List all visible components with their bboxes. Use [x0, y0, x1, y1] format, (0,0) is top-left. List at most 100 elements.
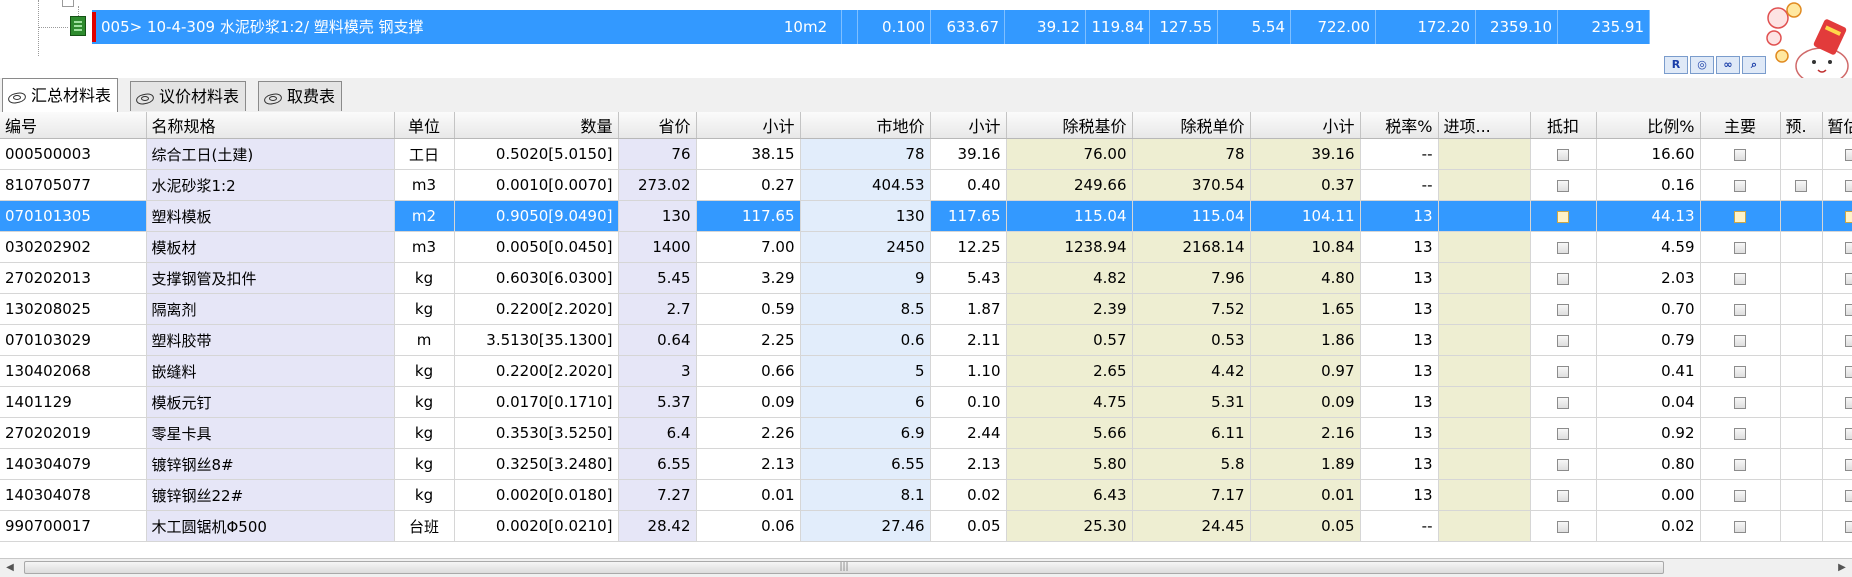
column-header[interactable]: 预. [1780, 112, 1823, 139]
scroll-left-icon[interactable]: ◀ [4, 562, 16, 574]
table-cell[interactable]: 3.5130[35.1300] [454, 324, 619, 356]
table-cell[interactable]: -- [1360, 138, 1439, 170]
column-header[interactable]: 主要 [1700, 112, 1781, 139]
table-cell[interactable]: 0.37 [1250, 169, 1361, 201]
checkbox-cell[interactable] [1822, 138, 1852, 170]
table-cell[interactable]: 塑料胶带 [146, 324, 395, 356]
checkbox[interactable] [1557, 458, 1569, 471]
checkbox-cell[interactable] [1700, 169, 1781, 201]
table-row[interactable]: 810705077 水泥砂浆1:2 m3 0.0010[0.0070] 273.02 0.… [0, 169, 1852, 201]
scroll-right-icon[interactable]: ▶ [1836, 562, 1848, 574]
table-cell[interactable]: 水泥砂浆1:2 [146, 169, 395, 201]
table-cell[interactable]: 990700017 [0, 510, 147, 542]
column-header[interactable]: 抵扣 [1530, 112, 1597, 139]
table-cell[interactable]: m3 [394, 169, 455, 201]
table-cell[interactable]: 7.27 [618, 479, 697, 511]
table-row[interactable]: 130208025 隔离剂 kg 0.2200[2.2020] 2.7 0.59 8.5 1.… [0, 293, 1852, 325]
table-cell[interactable]: 115.04 [1006, 200, 1133, 232]
table-cell[interactable]: 4.75 [1006, 386, 1133, 418]
checkbox[interactable] [1734, 334, 1746, 347]
mini-tool-button[interactable]: ◎ [1690, 56, 1714, 74]
table-cell[interactable]: 1400 [618, 231, 697, 263]
table-cell[interactable]: 6 [800, 386, 931, 418]
table-cell[interactable]: 117.65 [696, 200, 801, 232]
checkbox-cell[interactable] [1530, 386, 1597, 418]
column-header[interactable]: 数量 [454, 112, 619, 139]
table-cell[interactable]: 140304078 [0, 479, 147, 511]
table-cell[interactable]: 0.04 [1596, 386, 1701, 418]
table-row[interactable]: 130402068 嵌缝料 kg 0.2200[2.2020] 3 0.66 5 1.10 2.… [0, 355, 1852, 387]
column-header[interactable]: 暂估 [1822, 112, 1852, 139]
table-cell[interactable]: 0.64 [618, 324, 697, 356]
checkbox-cell[interactable] [1700, 138, 1781, 170]
table-cell[interactable] [1438, 231, 1531, 263]
table-cell[interactable]: 1.10 [930, 355, 1007, 387]
table-cell[interactable]: 130402068 [0, 355, 147, 387]
table-cell[interactable]: 0.0010[0.0070] [454, 169, 619, 201]
table-cell[interactable]: 2.39 [1006, 293, 1133, 325]
table-cell[interactable]: 5.37 [618, 386, 697, 418]
table-cell[interactable]: 2.7 [618, 293, 697, 325]
table-cell[interactable]: 2.11 [930, 324, 1007, 356]
table-cell[interactable]: 0.10 [930, 386, 1007, 418]
table-cell[interactable]: 0.0020[0.0210] [454, 510, 619, 542]
table-cell[interactable]: -- [1360, 169, 1439, 201]
checkbox[interactable] [1557, 427, 1569, 440]
table-row[interactable]: 070103029 塑料胶带 m 3.5130[35.1300] 0.64 2.25 0.6… [0, 324, 1852, 356]
table-cell[interactable]: 模板材 [146, 231, 395, 263]
checkbox-cell[interactable] [1530, 262, 1597, 294]
table-cell[interactable]: 13 [1360, 417, 1439, 449]
checkbox-cell[interactable] [1530, 231, 1597, 263]
checkbox[interactable] [1557, 241, 1569, 254]
tab-summary-materials[interactable]: 汇总材料表 [2, 78, 119, 112]
table-row[interactable]: 270202019 零星卡具 kg 0.3530[3.5250] 6.4 2.26 6.9 2… [0, 417, 1852, 449]
checkbox-cell[interactable] [1780, 169, 1823, 201]
table-cell[interactable]: 104.11 [1250, 200, 1361, 232]
table-cell[interactable]: 2450 [800, 231, 931, 263]
table-cell[interactable]: 13 [1360, 448, 1439, 480]
table-cell[interactable]: 0.41 [1596, 355, 1701, 387]
table-cell[interactable]: 塑料模板 [146, 200, 395, 232]
table-cell[interactable]: 24.45 [1132, 510, 1251, 542]
checkbox-cell[interactable] [1700, 355, 1781, 387]
table-row[interactable]: 000500003 综合工日(土建) 工日 0.5020[5.0150] 76 38.15… [0, 138, 1852, 170]
table-cell[interactable]: 810705077 [0, 169, 147, 201]
table-cell[interactable]: 25.30 [1006, 510, 1133, 542]
table-cell[interactable]: 0.09 [696, 386, 801, 418]
table-cell[interactable]: 130 [618, 200, 697, 232]
table-cell[interactable]: 0.53 [1132, 324, 1251, 356]
checkbox[interactable] [1845, 148, 1852, 161]
table-cell[interactable]: 0.6030[6.0300] [454, 262, 619, 294]
table-cell[interactable]: 76 [618, 138, 697, 170]
table-cell[interactable] [1438, 293, 1531, 325]
checkbox-cell[interactable] [1530, 479, 1597, 511]
table-cell[interactable]: 2.26 [696, 417, 801, 449]
table-cell[interactable]: 2.16 [1250, 417, 1361, 449]
table-cell[interactable]: 130 [800, 200, 931, 232]
table-cell[interactable]: 2.13 [930, 448, 1007, 480]
column-header[interactable]: 市地价 [800, 112, 931, 139]
checkbox[interactable] [1734, 520, 1746, 533]
table-cell[interactable]: 8.1 [800, 479, 931, 511]
horizontal-scrollbar[interactable]: ◀ ||| ▶ [0, 558, 1852, 577]
table-cell[interactable] [1780, 231, 1823, 263]
table-cell[interactable]: 44.13 [1596, 200, 1701, 232]
table-cell[interactable]: 5 [800, 355, 931, 387]
checkbox[interactable] [1557, 148, 1569, 161]
table-cell[interactable]: kg [394, 386, 455, 418]
table-cell[interactable]: m3 [394, 231, 455, 263]
column-header[interactable]: 税率% [1360, 112, 1439, 139]
table-cell[interactable]: 综合工日(土建) [146, 138, 395, 170]
mini-tool-button[interactable]: R [1664, 56, 1688, 74]
table-cell[interactable]: 0.3530[3.5250] [454, 417, 619, 449]
table-cell[interactable]: 0.9050[9.0490] [454, 200, 619, 232]
table-cell[interactable]: 78 [800, 138, 931, 170]
table-cell[interactable]: 5.80 [1006, 448, 1133, 480]
table-cell[interactable] [1780, 200, 1823, 232]
table-cell[interactable]: 0.6 [800, 324, 931, 356]
column-header[interactable]: 名称规格 [146, 112, 395, 139]
table-cell[interactable]: 249.66 [1006, 169, 1133, 201]
table-cell[interactable]: 0.01 [1250, 479, 1361, 511]
table-cell[interactable] [1780, 386, 1823, 418]
table-cell[interactable]: 28.42 [618, 510, 697, 542]
